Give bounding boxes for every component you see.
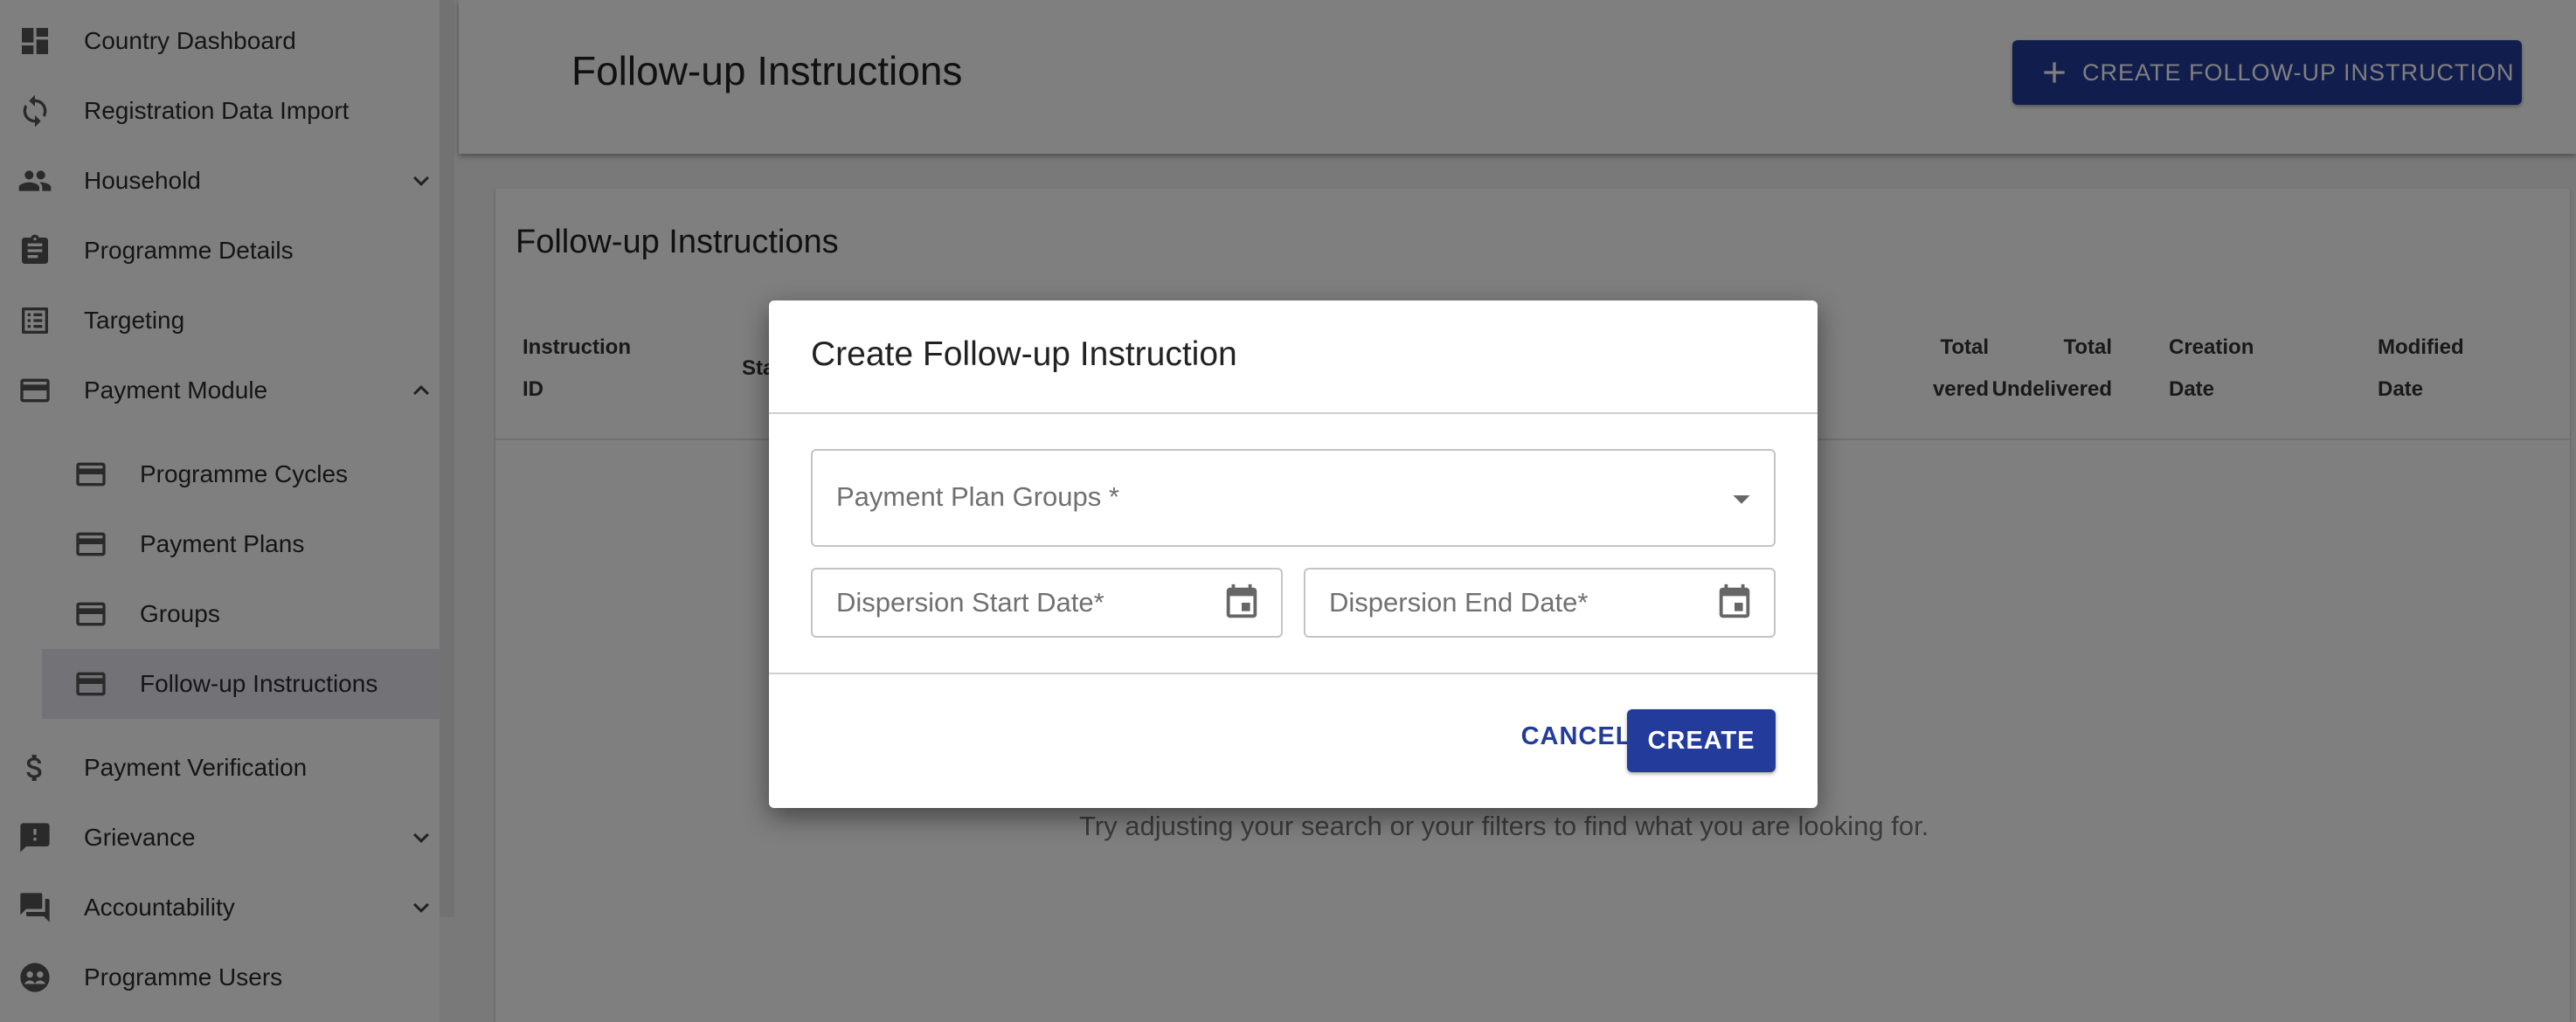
payment-plan-groups-select[interactable]: Payment Plan Groups * [811, 449, 1776, 547]
create-follow-up-dialog: Create Follow-up Instruction Payment Pla… [769, 300, 1818, 808]
dispersion-start-date-field[interactable]: Dispersion Start Date* [811, 568, 1283, 638]
dialog-title: Create Follow-up Instruction [811, 335, 1237, 373]
dialog-divider [769, 673, 1818, 674]
start-date-placeholder: Dispersion Start Date* [836, 587, 1104, 618]
create-button[interactable]: CREATE [1627, 709, 1776, 772]
payment-plan-groups-placeholder: Payment Plan Groups * [836, 481, 1119, 512]
dropdown-arrow-icon [1721, 479, 1762, 519]
calendar-icon[interactable] [1222, 583, 1262, 623]
dispersion-end-date-field[interactable]: Dispersion End Date* [1304, 568, 1776, 638]
calendar-icon[interactable] [1714, 583, 1755, 623]
end-date-placeholder: Dispersion End Date* [1329, 587, 1589, 618]
dialog-divider [769, 412, 1818, 414]
